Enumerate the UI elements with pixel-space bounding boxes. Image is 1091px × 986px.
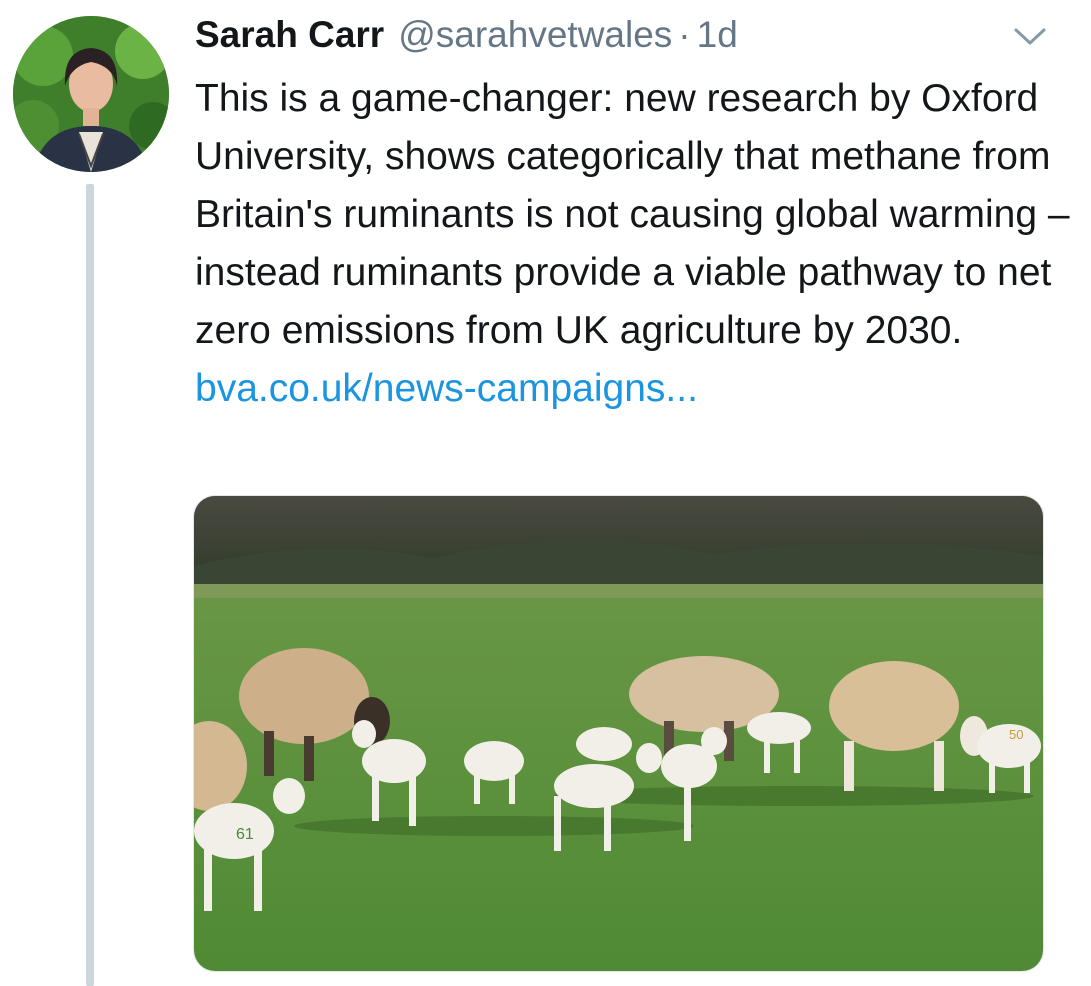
thread-line: [86, 184, 94, 986]
sheep-photo: 61 50: [194, 496, 1043, 971]
separator-dot: ·: [678, 14, 691, 55]
ear-tag-50: 50: [1009, 727, 1023, 742]
tweet-link[interactable]: bva.co.uk/news-campaigns...: [195, 367, 698, 410]
tweet-header: Sarah Carr @sarahvetwales · 1d: [195, 14, 738, 64]
ear-tag-61: 61: [236, 826, 254, 843]
tweet-photo[interactable]: 61 50: [193, 495, 1044, 972]
timestamp[interactable]: 1d: [697, 14, 738, 56]
author-handle[interactable]: @sarahvetwales: [398, 14, 672, 56]
avatar-image: [13, 16, 169, 172]
author-avatar[interactable]: [13, 16, 169, 172]
author-name[interactable]: Sarah Carr: [195, 14, 384, 56]
tweet-body: This is a game-changer: new research by …: [195, 77, 1070, 352]
chevron-down-icon[interactable]: [1010, 22, 1050, 50]
tweet-text: This is a game-changer: new research by …: [195, 70, 1075, 418]
